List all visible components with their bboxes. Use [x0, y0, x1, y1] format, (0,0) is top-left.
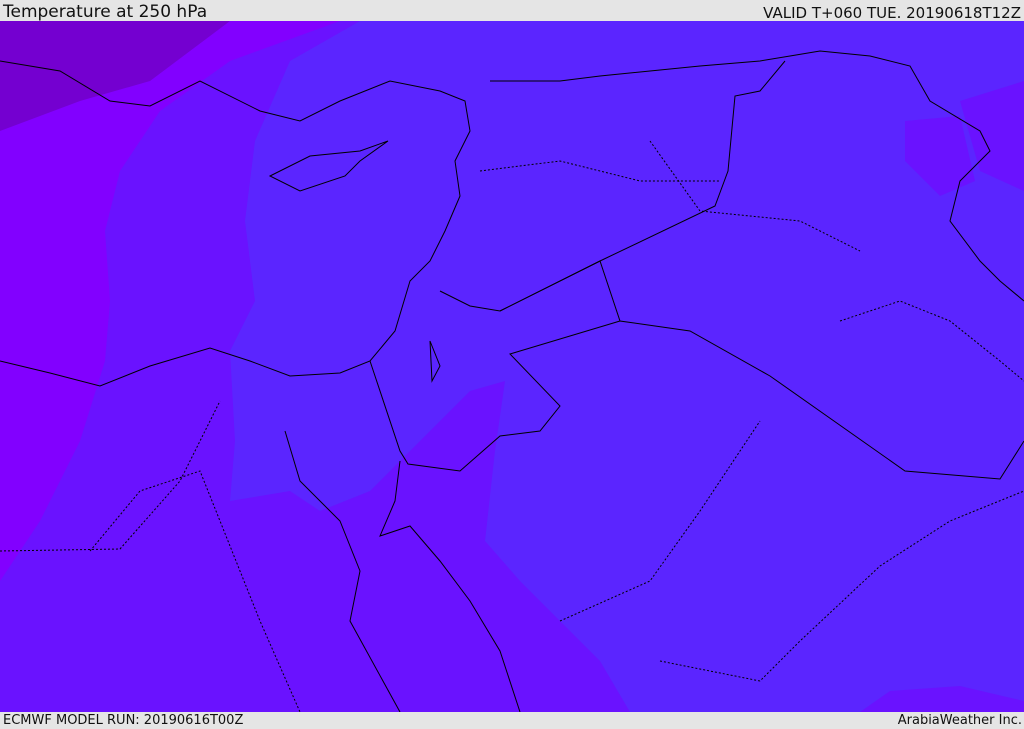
map-title: Temperature at 250 hPa — [3, 2, 208, 22]
temperature-map[interactable] — [0, 21, 1024, 712]
footer-bar: ECMWF MODEL RUN: 20190616T00Z ArabiaWeat… — [0, 712, 1024, 729]
valid-time: VALID T+060 TUE. 20190618T12Z — [763, 4, 1021, 22]
brand-credit: ArabiaWeather Inc. — [897, 713, 1022, 728]
model-run: ECMWF MODEL RUN: 20190616T00Z — [3, 713, 244, 728]
header-bar: Temperature at 250 hPa VALID T+060 TUE. … — [0, 0, 1024, 21]
